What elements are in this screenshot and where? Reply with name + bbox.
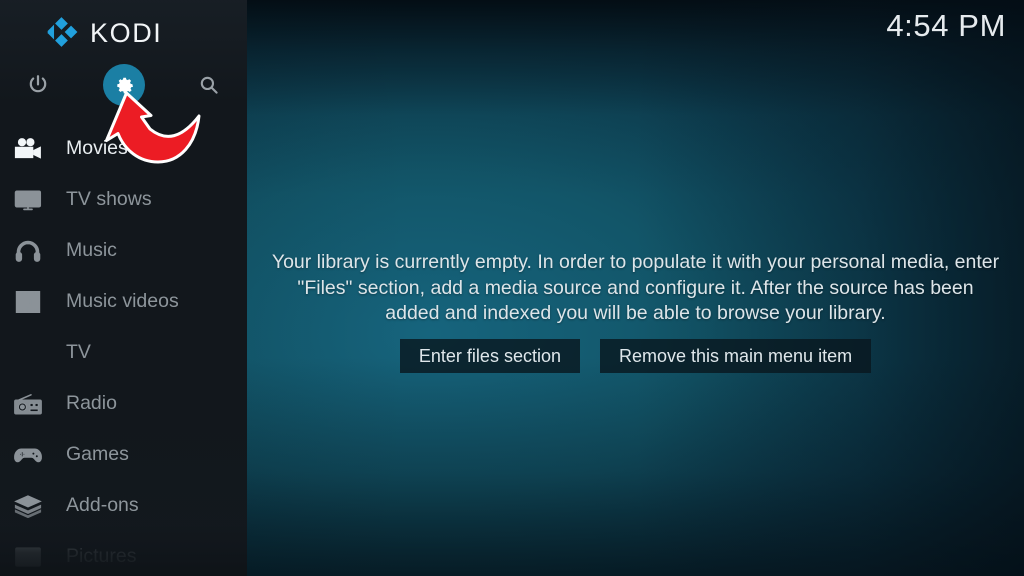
sidebar-item-pictures[interactable]: Pictures xyxy=(0,531,247,576)
sidebar-item-add-ons[interactable]: Add-ons xyxy=(0,480,247,531)
sidebar-item-label: TV shows xyxy=(66,187,152,210)
sidebar-item-radio[interactable]: Radio xyxy=(0,378,247,429)
sidebar-item-label: Games xyxy=(66,442,129,465)
settings-button[interactable] xyxy=(103,64,145,106)
addon-box-icon xyxy=(11,491,45,521)
sidebar-item-label: Pictures xyxy=(66,544,137,567)
gamepad-icon xyxy=(11,440,45,470)
brand: KODI xyxy=(45,10,162,54)
sidebar-item-music[interactable]: Music xyxy=(0,225,247,276)
remove-main-menu-item-button[interactable]: Remove this main menu item xyxy=(599,339,872,373)
gear-icon xyxy=(116,77,133,93)
picture-icon xyxy=(11,542,45,572)
sidebar-item-games[interactable]: Games xyxy=(0,429,247,480)
sidebar-item-label: Radio xyxy=(66,391,117,414)
main-menu: Movies TV shows Music Music videos TV Ra… xyxy=(0,123,247,576)
sidebar-item-label: Music xyxy=(66,238,117,261)
power-icon xyxy=(29,75,47,93)
sidebar-item-label: TV xyxy=(66,340,91,363)
sidebar-item-tv[interactable]: TV xyxy=(0,327,247,378)
radio-icon xyxy=(11,389,45,419)
enter-files-section-button[interactable]: Enter files section xyxy=(399,339,580,373)
sidebar-item-label: Movies xyxy=(66,136,128,159)
sidebar-item-movies[interactable]: Movies xyxy=(0,123,247,174)
kodi-app-window: 4:54 PM Your library is currently empty.… xyxy=(0,0,1024,576)
sidebar-item-label: Add-ons xyxy=(66,493,139,516)
sidebar-item-music-videos[interactable]: Music videos xyxy=(0,276,247,327)
search-icon xyxy=(200,76,218,94)
movie-camera-icon xyxy=(11,134,45,164)
sidebar-item-label: Music videos xyxy=(66,289,179,312)
tv-antenna-icon xyxy=(11,338,45,368)
film-note-icon xyxy=(11,287,45,317)
empty-library-actions: Enter files section Remove this main men… xyxy=(247,339,1024,373)
main-content-area: Your library is currently empty. In orde… xyxy=(247,0,1024,576)
clock: 4:54 PM xyxy=(886,8,1006,43)
sidebar: KODI Movies TV shows Music Music videos … xyxy=(0,0,247,576)
kodi-logo-icon xyxy=(47,17,78,47)
brand-name: KODI xyxy=(90,17,163,48)
search-button[interactable] xyxy=(188,64,230,106)
power-button[interactable] xyxy=(17,64,59,106)
headphones-icon xyxy=(11,236,45,266)
sidebar-item-tv-shows[interactable]: TV shows xyxy=(0,174,247,225)
empty-library-message: Your library is currently empty. In orde… xyxy=(271,251,1000,324)
top-toolbar xyxy=(0,64,247,108)
television-icon xyxy=(11,185,45,215)
